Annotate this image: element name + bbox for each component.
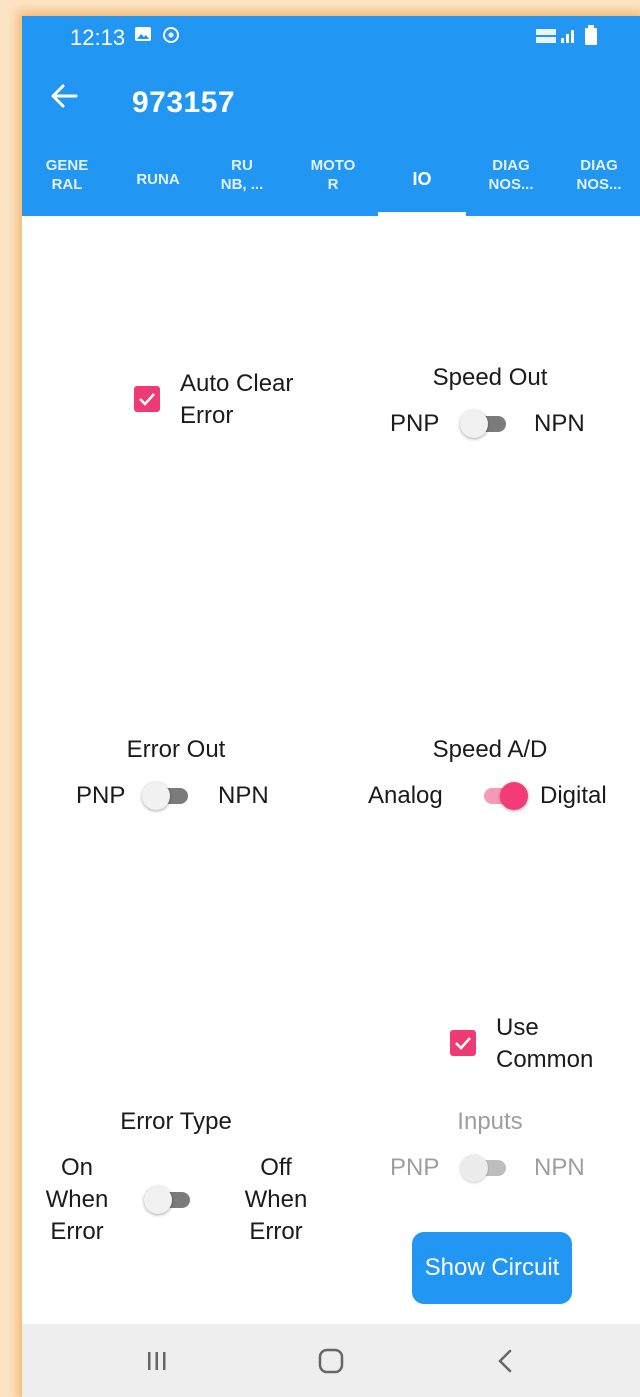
- tab-bar: GENE RAL RUNA RU NB, ... MOTO R IO DIAG …: [22, 142, 640, 216]
- phone-screen: 12:13 973157 GENE RAL RUNA RU NB, ... MO…: [22, 16, 640, 1397]
- system-nav-bar: [22, 1324, 640, 1397]
- speed-out-pnp-label: PNP: [390, 410, 440, 437]
- volte-icon: [536, 28, 558, 49]
- back-arrow-icon[interactable]: [50, 82, 78, 115]
- tab-general[interactable]: GENE RAL: [38, 156, 96, 194]
- app-bar: 973157: [22, 60, 640, 142]
- inputs-title: Inputs: [457, 1108, 523, 1135]
- speed-ad-analog-label: Analog: [368, 782, 443, 809]
- signal-icon: [560, 26, 578, 49]
- error-out-pnp-label: PNP: [76, 782, 126, 809]
- use-common-checkbox[interactable]: [450, 1030, 476, 1056]
- auto-clear-error-label: Auto Clear Error: [180, 370, 294, 429]
- tab-runa[interactable]: RUNA: [126, 170, 190, 189]
- tab-diagnostics-1[interactable]: DIAG NOS...: [478, 156, 544, 194]
- inputs-switch[interactable]: [460, 1150, 510, 1184]
- inputs-pnp-label: PNP: [390, 1154, 440, 1181]
- error-type-off-label: Off When Error: [244, 1154, 308, 1245]
- image-icon: [134, 26, 152, 47]
- speed-out-npn-label: NPN: [534, 410, 585, 437]
- error-type-title: Error Type: [120, 1108, 232, 1135]
- io-settings-panel: Auto Clear Error Speed Out PNP NPN Error…: [22, 216, 640, 1324]
- inputs-npn-label: NPN: [534, 1154, 585, 1181]
- status-bar: 12:13: [22, 16, 640, 60]
- error-out-npn-label: NPN: [218, 782, 269, 809]
- home-icon[interactable]: [318, 1348, 344, 1379]
- error-type-switch[interactable]: [144, 1182, 194, 1216]
- battery-icon: [584, 25, 598, 50]
- error-out-title: Error Out: [126, 736, 226, 763]
- error-type-on-label: On When Error: [45, 1154, 109, 1245]
- back-nav-icon[interactable]: [496, 1349, 514, 1378]
- speed-ad-digital-label: Digital: [540, 782, 607, 809]
- use-common-label: Use Common: [496, 1014, 594, 1073]
- sync-icon: [162, 26, 180, 49]
- speed-out-switch[interactable]: [460, 406, 510, 440]
- show-circuit-button[interactable]: Show Circuit: [412, 1232, 572, 1304]
- error-out-switch[interactable]: [142, 778, 192, 812]
- tab-io[interactable]: IO: [392, 170, 452, 189]
- tab-motor[interactable]: MOTO R: [300, 156, 366, 194]
- speed-ad-switch[interactable]: [478, 778, 528, 812]
- recent-apps-icon[interactable]: [146, 1350, 168, 1377]
- speed-ad-title: Speed A/D: [432, 736, 548, 763]
- page-title: 973157: [132, 86, 236, 119]
- auto-clear-error-checkbox[interactable]: [134, 386, 160, 412]
- tab-runb[interactable]: RU NB, ...: [212, 156, 272, 194]
- tab-diagnostics-2[interactable]: DIAG NOS...: [566, 156, 632, 194]
- speed-out-title: Speed Out: [432, 364, 548, 391]
- status-time: 12:13: [70, 25, 126, 50]
